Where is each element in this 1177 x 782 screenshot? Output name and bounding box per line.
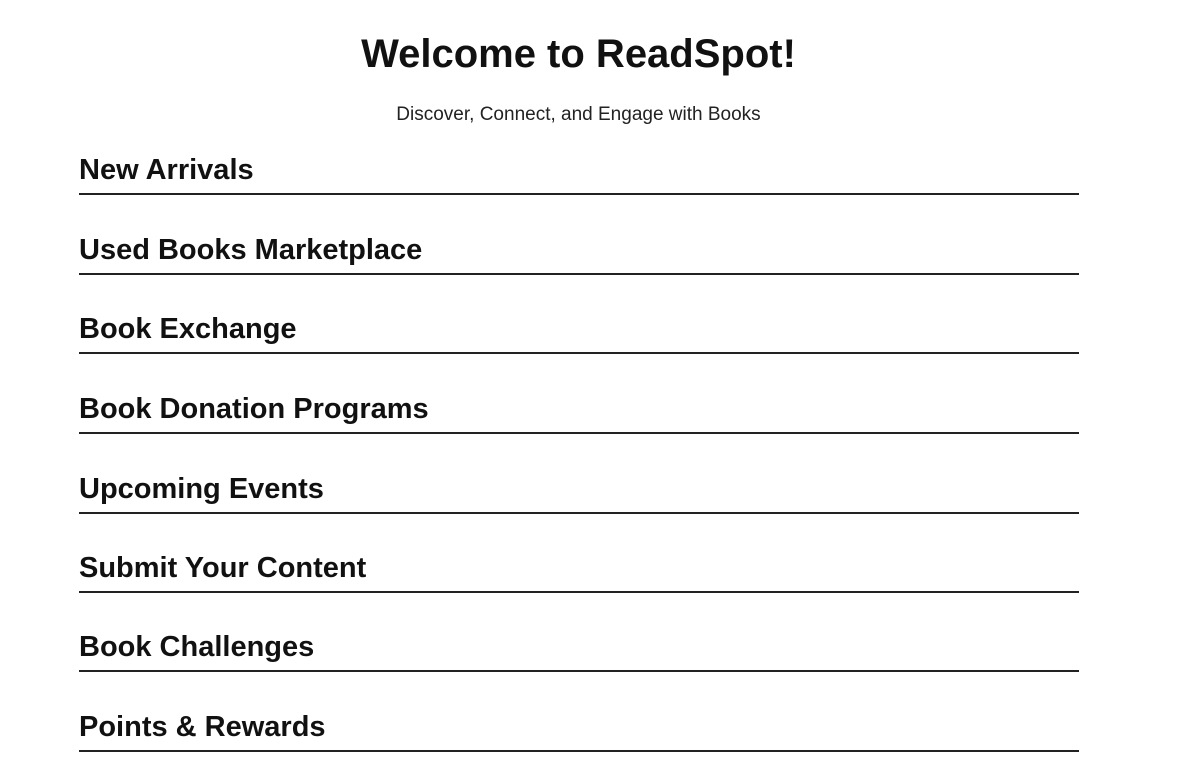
section-submit-your-content[interactable]: Submit Your Content	[79, 543, 1079, 593]
section-heading[interactable]: Points & Rewards	[79, 710, 326, 744]
section-book-exchange[interactable]: Book Exchange	[79, 304, 1079, 354]
section-book-donation-programs[interactable]: Book Donation Programs	[79, 384, 1079, 434]
section-new-arrivals[interactable]: New Arrivals	[79, 145, 1079, 195]
section-heading[interactable]: New Arrivals	[79, 153, 254, 187]
section-heading[interactable]: Book Challenges	[79, 630, 314, 664]
page-title: Welcome to ReadSpot!	[361, 32, 796, 76]
section-heading[interactable]: Used Books Marketplace	[79, 233, 422, 267]
section-heading[interactable]: Upcoming Events	[79, 472, 324, 506]
section-heading[interactable]: Submit Your Content	[79, 551, 366, 585]
section-book-challenges[interactable]: Book Challenges	[79, 622, 1079, 672]
page: Welcome to ReadSpot! Discover, Connect, …	[0, 0, 1177, 782]
section-points-rewards[interactable]: Points & Rewards	[79, 702, 1079, 752]
tagline: Discover, Connect, and Engage with Books	[396, 104, 761, 125]
section-heading[interactable]: Book Exchange	[79, 312, 297, 346]
section-upcoming-events[interactable]: Upcoming Events	[79, 464, 1079, 514]
section-used-books-marketplace[interactable]: Used Books Marketplace	[79, 225, 1079, 275]
section-heading[interactable]: Book Donation Programs	[79, 392, 429, 426]
